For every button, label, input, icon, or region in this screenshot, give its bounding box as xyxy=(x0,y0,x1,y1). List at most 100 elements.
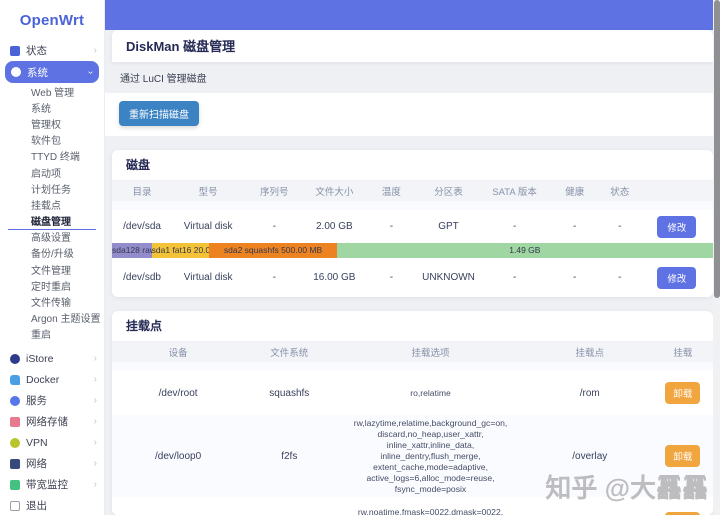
monitor-icon xyxy=(10,480,20,490)
edit-disk-button[interactable]: 修改 xyxy=(657,267,696,289)
sidebar-item-nas[interactable]: 网络存储 › xyxy=(0,411,104,432)
sidebar-subitem-administration[interactable]: 管理权 xyxy=(0,115,104,131)
mount-row-loop0: /dev/loop0 f2fs rw,lazytime,relatime,bac… xyxy=(112,415,713,497)
mount-device: /dev/loop0 xyxy=(112,451,244,462)
sda-partition-bar: sda128 raw 239 sda1 fat16 20.0 sda2 squa… xyxy=(112,243,713,258)
mount-options: rw,noatime,fmask=0022,dmask=0022, codepa… xyxy=(334,507,526,515)
disks-card: 磁盘 目录 型号 序列号 文件大小 温度 分区表 SATA 版本 健康 状态 /… xyxy=(112,150,713,297)
sidebar-item-docker[interactable]: Docker › xyxy=(0,369,104,390)
disk-partition-table: GPT xyxy=(418,221,478,232)
chevron-right-icon: › xyxy=(94,479,97,490)
disk-sata: - xyxy=(479,221,551,232)
col-serial: 序列号 xyxy=(244,184,304,198)
sidebar-item-status[interactable]: 状态 › xyxy=(0,40,104,61)
globe-icon xyxy=(10,438,20,448)
sidebar-subitem-crontab[interactable]: 计划任务 xyxy=(0,180,104,196)
istore-icon xyxy=(10,354,20,364)
partition-sda128[interactable]: sda128 raw 239 xyxy=(112,243,152,258)
sidebar-subitem-mount-points[interactable]: 挂载点 xyxy=(0,196,104,212)
storage-server-icon xyxy=(10,417,20,427)
sidebar-subitem-startup[interactable]: 启动项 xyxy=(0,164,104,180)
mount-options: rw,lazytime,relatime,background_gc=on, d… xyxy=(334,418,526,495)
page-description: 通过 LuCI 管理磁盘 xyxy=(105,62,720,93)
mounts-table-header: 设备 文件系统 挂载选项 挂载点 挂载 xyxy=(112,342,713,362)
sidebar-subitem-web-admin[interactable]: Web 管理 xyxy=(0,83,104,99)
sidebar-item-vpn[interactable]: VPN › xyxy=(0,432,104,453)
mount-points-card: 挂载点 设备 文件系统 挂载选项 挂载点 挂载 /dev/root squash… xyxy=(112,311,713,515)
sidebar-item-logout[interactable]: 退出 xyxy=(0,495,104,515)
sidebar-subitem-file-transfer[interactable]: 文件传输 xyxy=(0,293,104,309)
disk-path: /dev/sdb xyxy=(112,272,172,283)
disk-serial: - xyxy=(244,221,304,232)
top-header-band xyxy=(105,0,720,30)
col-device: 设备 xyxy=(112,345,244,359)
page-title-card: DiskMan 磁盘管理 xyxy=(112,30,713,62)
col-sata-version: SATA 版本 xyxy=(479,184,551,198)
sidebar-item-services[interactable]: 服务 › xyxy=(0,390,104,411)
mount-fs: f2fs xyxy=(244,451,334,462)
sidebar-item-network[interactable]: 网络 › xyxy=(0,453,104,474)
disk-model: Virtual disk xyxy=(172,272,244,283)
sidebar-system-submenu: Web 管理 系统 管理权 软件包 TTYD 终端 启动项 计划任务 挂载点 磁… xyxy=(0,83,104,342)
chevron-right-icon: › xyxy=(94,395,97,406)
table-stripe xyxy=(112,201,713,210)
col-mount-options: 挂载选项 xyxy=(334,345,526,359)
mount-options: ro,relatime xyxy=(334,388,526,399)
rescan-disks-button[interactable]: 重新扫描磁盘 xyxy=(119,101,199,126)
sidebar-subitem-scheduled-reboot[interactable]: 定时重启 xyxy=(0,277,104,293)
openwrt-logo: OpenWrt xyxy=(0,0,104,40)
mount-row-sda1: /dev/sda1 vfat rw,noatime,fmask=0022,dma… xyxy=(112,497,713,515)
disk-partition-table: UNKNOWN xyxy=(418,272,478,283)
unmount-button[interactable]: 卸载 xyxy=(665,445,700,467)
disk-sata: - xyxy=(479,272,551,283)
partition-free-space[interactable]: 1.49 GB xyxy=(337,243,713,258)
sidebar-subitem-backup-upgrade[interactable]: 备份/升级 xyxy=(0,245,104,261)
chevron-right-icon: › xyxy=(94,374,97,385)
sidebar-item-istore[interactable]: iStore › xyxy=(0,348,104,369)
actions-strip: 重新扫描磁盘 xyxy=(105,93,720,136)
disk-temp: - xyxy=(364,272,418,283)
table-stripe xyxy=(112,362,713,371)
col-filesystem: 文件系统 xyxy=(244,345,334,359)
partition-sda1[interactable]: sda1 fat16 20.0 xyxy=(152,243,210,258)
page-scrollbar[interactable] xyxy=(713,0,720,515)
chevron-right-icon: › xyxy=(94,353,97,364)
sidebar: OpenWrt 状态 › 系统 › Web 管理 系统 管理权 软件包 TTYD… xyxy=(0,0,105,515)
disk-status: - xyxy=(599,272,641,283)
sidebar-item-system[interactable]: 系统 › xyxy=(5,61,99,83)
mount-device: /dev/root xyxy=(112,388,244,399)
disk-size: 16.00 GB xyxy=(304,272,364,283)
partition-sda2[interactable]: sda2 squashfs 500.00 MB xyxy=(209,243,336,258)
chevron-right-icon: › xyxy=(94,458,97,469)
edit-disk-button[interactable]: 修改 xyxy=(657,216,696,238)
disk-health: - xyxy=(551,221,599,232)
col-mount-point: 挂载点 xyxy=(527,345,653,359)
col-model: 型号 xyxy=(172,184,244,198)
sidebar-subitem-system[interactable]: 系统 xyxy=(0,99,104,115)
sidebar-subitem-ttyd[interactable]: TTYD 终端 xyxy=(0,148,104,164)
sidebar-subitem-advanced[interactable]: 高级设置 xyxy=(0,229,104,245)
disk-status: - xyxy=(599,221,641,232)
sidebar-subitem-reboot[interactable]: 重启 xyxy=(0,326,104,342)
gear-icon xyxy=(11,67,21,77)
col-partition-table: 分区表 xyxy=(418,184,478,198)
link-icon xyxy=(10,396,20,406)
logout-icon xyxy=(10,501,20,511)
sidebar-subitem-diskman[interactable]: 磁盘管理 xyxy=(0,213,104,229)
disk-size: 2.00 GB xyxy=(304,221,364,232)
sidebar-subitem-software[interactable]: 软件包 xyxy=(0,132,104,148)
disks-section-title: 磁盘 xyxy=(112,150,713,181)
docker-whale-icon xyxy=(10,375,20,385)
disk-path: /dev/sda xyxy=(112,221,172,232)
dashboard-icon xyxy=(10,46,20,56)
sidebar-subitem-file-manager[interactable]: 文件管理 xyxy=(0,261,104,277)
sidebar-item-bandwidth-monitor[interactable]: 带宽监控 › xyxy=(0,474,104,495)
disk-row-sdb: /dev/sdb Virtual disk - 16.00 GB - UNKNO… xyxy=(112,258,713,297)
sidebar-subitem-argon-config[interactable]: Argon 主题设置 xyxy=(0,310,104,326)
sidebar-bottom-group: iStore › Docker › 服务 › 网络存储 › VPN › 网络 › xyxy=(0,348,104,515)
unmount-button[interactable]: 卸载 xyxy=(665,382,700,404)
disk-model: Virtual disk xyxy=(172,221,244,232)
scrollbar-thumb[interactable] xyxy=(714,0,720,298)
page-title: DiskMan 磁盘管理 xyxy=(126,36,699,55)
main-content: DiskMan 磁盘管理 通过 LuCI 管理磁盘 重新扫描磁盘 磁盘 目录 型… xyxy=(105,0,720,515)
